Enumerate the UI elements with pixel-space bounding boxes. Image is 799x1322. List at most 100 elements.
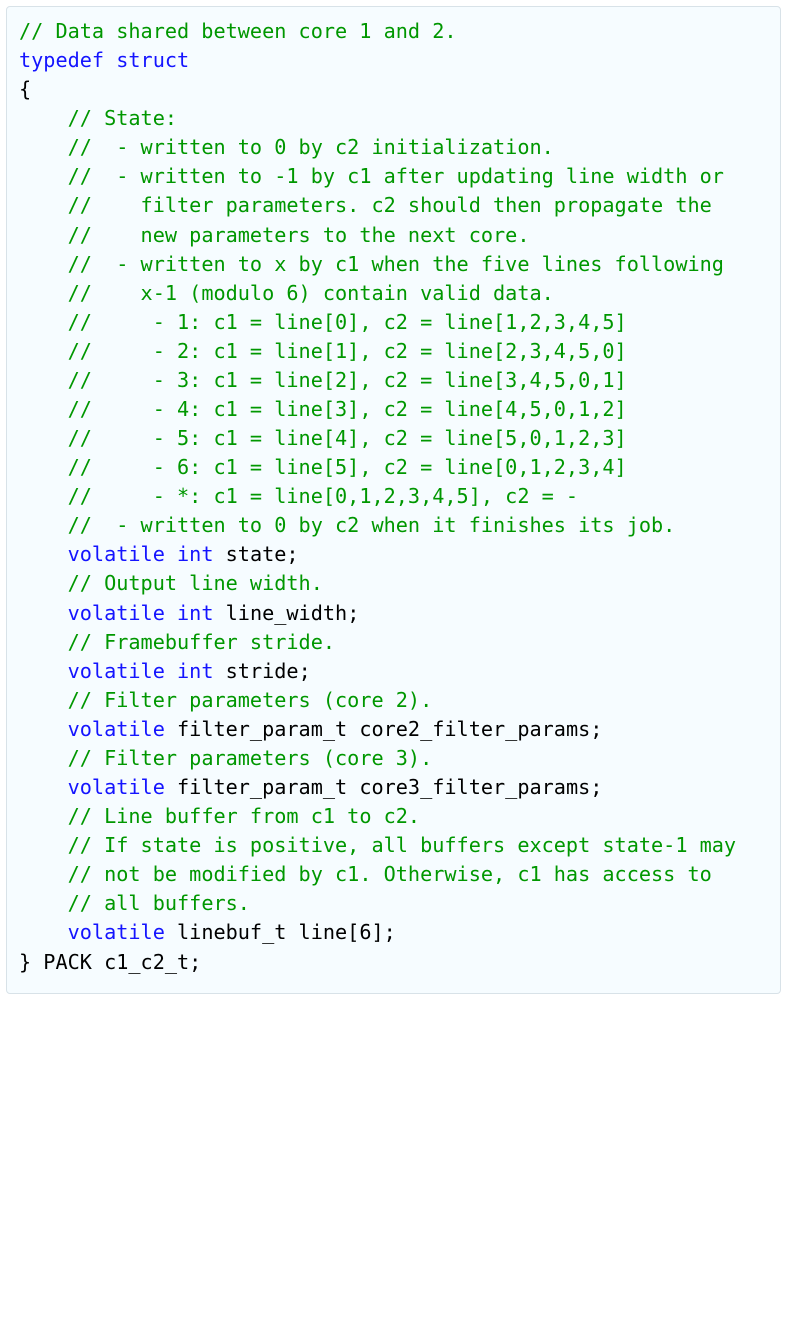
code-token [19, 717, 68, 741]
code-token: typedef [19, 48, 104, 72]
code-token: // x-1 (modulo 6) contain valid data. [68, 281, 554, 305]
code-line: // - 3: c1 = line[2], c2 = line[3,4,5,0,… [19, 366, 768, 395]
code-token: } [19, 950, 31, 974]
code-line: // - 6: c1 = line[5], c2 = line[0,1,2,3,… [19, 453, 768, 482]
code-token: ; [347, 601, 359, 625]
code-token: int [177, 601, 213, 625]
code-token: // - written to 0 by c2 initialization. [68, 135, 554, 159]
code-token: filter_param_t core2_filter_params [165, 717, 590, 741]
code-line: // State: [19, 104, 768, 133]
code-token: ; [590, 775, 602, 799]
code-token [19, 106, 68, 130]
code-token: line_width [213, 601, 347, 625]
code-token [19, 455, 68, 479]
code-token: { [19, 77, 31, 101]
code-token: // new parameters to the next core. [68, 223, 530, 247]
code-line: // - 1: c1 = line[0], c2 = line[1,2,3,4,… [19, 308, 768, 337]
code-token [19, 775, 68, 799]
code-token: // Framebuffer stride. [68, 630, 335, 654]
code-line: // - written to -1 by c1 after updating … [19, 162, 768, 191]
code-token: // Data shared between core 1 and 2. [19, 19, 457, 43]
code-token [19, 688, 68, 712]
code-token [19, 746, 68, 770]
code-line: // Filter parameters (core 2). [19, 686, 768, 715]
code-token [19, 368, 68, 392]
code-token: ; [286, 542, 298, 566]
code-line: // If state is positive, all buffers exc… [19, 831, 768, 860]
code-line: { [19, 75, 768, 104]
code-block: // Data shared between core 1 and 2. type… [6, 6, 781, 994]
code-line: typedef struct [19, 46, 768, 75]
code-token: // - 1: c1 = line[0], c2 = line[1,2,3,4,… [68, 310, 627, 334]
code-token [165, 659, 177, 683]
code-line: // x-1 (modulo 6) contain valid data. [19, 279, 768, 308]
code-token: // - 4: c1 = line[3], c2 = line[4,5,0,1,… [68, 397, 627, 421]
code-line: // - written to 0 by c2 initialization. [19, 133, 768, 162]
code-token: [ [347, 920, 359, 944]
code-token: 6 [359, 920, 371, 944]
code-token: // - 5: c1 = line[4], c2 = line[5,0,1,2,… [68, 426, 627, 450]
code-token [19, 833, 68, 857]
code-token [19, 426, 68, 450]
code-line: volatile filter_param_t core2_filter_par… [19, 715, 768, 744]
code-line: // new parameters to the next core. [19, 221, 768, 250]
code-line: // Line buffer from c1 to c2. [19, 802, 768, 831]
code-token [19, 630, 68, 654]
code-token: volatile [68, 659, 165, 683]
code-token: volatile [68, 920, 165, 944]
code-token: ; [189, 950, 201, 974]
code-token [19, 310, 68, 334]
code-token: // all buffers. [68, 891, 250, 915]
code-line: // - written to 0 by c2 when it finishes… [19, 511, 768, 540]
code-token [19, 193, 68, 217]
code-token: // - written to 0 by c2 when it finishes… [68, 513, 676, 537]
code-line: // - 5: c1 = line[4], c2 = line[5,0,1,2,… [19, 424, 768, 453]
code-token: struct [116, 48, 189, 72]
code-token [165, 542, 177, 566]
code-line: // Filter parameters (core 3). [19, 744, 768, 773]
code-line: // Data shared between core 1 and 2. [19, 17, 768, 46]
code-token [19, 397, 68, 421]
code-line: // not be modified by c1. Otherwise, c1 … [19, 860, 768, 889]
code-token: // - 3: c1 = line[2], c2 = line[3,4,5,0,… [68, 368, 627, 392]
code-token [19, 601, 68, 625]
code-line: // Output line width. [19, 569, 768, 598]
code-token: // Line buffer from c1 to c2. [68, 804, 420, 828]
code-token [19, 339, 68, 363]
code-token [19, 804, 68, 828]
code-line: volatile int state; [19, 540, 768, 569]
code-token: PACK c1_c2_t [31, 950, 189, 974]
code-token [19, 542, 68, 566]
code-token: // State: [68, 106, 177, 130]
code-line: } PACK c1_c2_t; [19, 948, 768, 977]
code-token: ; [590, 717, 602, 741]
code-token: // If state is positive, all buffers exc… [68, 833, 736, 857]
code-line: // Framebuffer stride. [19, 628, 768, 657]
code-token [19, 920, 68, 944]
code-line: // all buffers. [19, 889, 768, 918]
code-token: volatile [68, 717, 165, 741]
code-token: volatile [68, 775, 165, 799]
code-token [19, 484, 68, 508]
code-token: filter_param_t core3_filter_params [165, 775, 590, 799]
code-token [19, 513, 68, 537]
code-token: stride [213, 659, 298, 683]
code-token [19, 164, 68, 188]
code-token [19, 862, 68, 886]
code-token: ; [299, 659, 311, 683]
code-line: // filter parameters. c2 should then pro… [19, 191, 768, 220]
code-token [19, 571, 68, 595]
code-line: // - *: c1 = line[0,1,2,3,4,5], c2 = - [19, 482, 768, 511]
code-token: // - 6: c1 = line[5], c2 = line[0,1,2,3,… [68, 455, 627, 479]
code-token: // Filter parameters (core 3). [68, 746, 433, 770]
code-token: int [177, 542, 213, 566]
code-token: volatile [68, 601, 165, 625]
code-token: linebuf_t line [165, 920, 347, 944]
code-token: volatile [68, 542, 165, 566]
code-token: // not be modified by c1. Otherwise, c1 … [68, 862, 712, 886]
code-token [19, 223, 68, 247]
code-token [19, 891, 68, 915]
code-token: // Filter parameters (core 2). [68, 688, 433, 712]
code-token: state [213, 542, 286, 566]
code-token: // - 2: c1 = line[1], c2 = line[2,3,4,5,… [68, 339, 627, 363]
